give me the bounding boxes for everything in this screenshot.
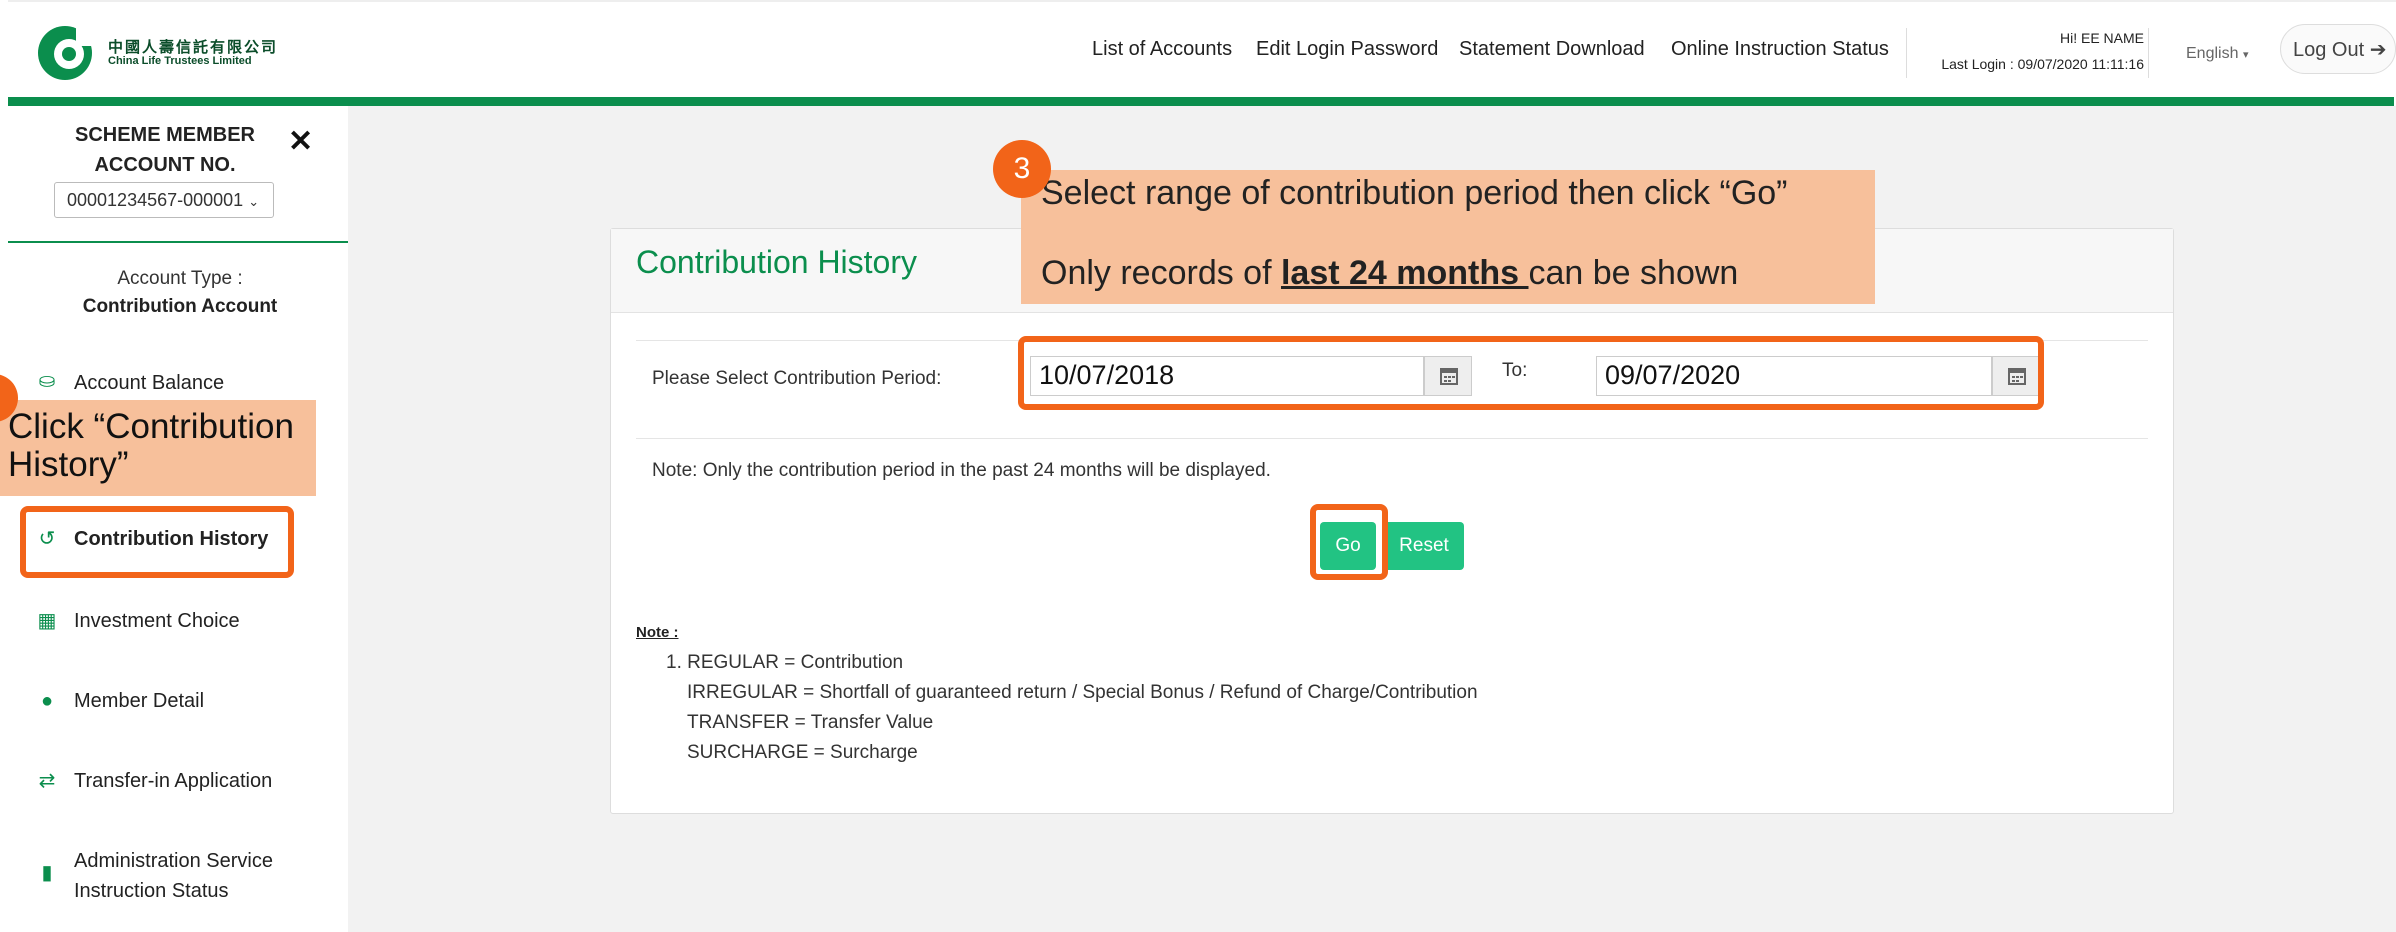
sidebar-item-admin-service-status[interactable]: Administration Service Instruction Statu… xyxy=(74,846,314,906)
account-select[interactable]: 00001234567-000001 ⌄ xyxy=(54,182,274,218)
instruction-emphasis: last 24 months xyxy=(1280,254,1529,292)
nav-online-instruction-status[interactable]: Online Instruction Status xyxy=(1671,38,1889,61)
contribution-history-highlight xyxy=(20,506,294,578)
go-button-highlight xyxy=(1310,504,1388,580)
header-accent-bar xyxy=(8,97,2394,106)
sidebar-divider xyxy=(8,241,348,243)
period-label: Please Select Contribution Period: xyxy=(652,368,942,389)
chevron-down-icon: ⌄ xyxy=(248,194,260,209)
logout-button[interactable]: Log Out ➔ xyxy=(2280,24,2396,74)
logo-chinese-name: 中國人壽信託有限公司 xyxy=(108,39,279,56)
account-type-label: Account Type : xyxy=(117,268,243,289)
note-item: 1. REGULAR = Contribution xyxy=(666,652,904,673)
logout-label: Log Out xyxy=(2293,39,2365,61)
note-item: TRANSFER = Transfer Value xyxy=(687,712,934,733)
last-login-text: Last Login : 09/07/2020 11:11:16 xyxy=(1941,56,2144,72)
note-item: SURCHARGE = Surcharge xyxy=(687,742,918,763)
header-divider xyxy=(2148,28,2149,78)
user-greeting: Hi! EE NAME xyxy=(2059,30,2144,46)
sidebar-item-account-balance[interactable]: Account Balance xyxy=(74,372,224,395)
account-no-heading: ACCOUNT NO. xyxy=(94,154,236,176)
sidebar-item-transfer-in-application[interactable]: Transfer-in Application xyxy=(74,770,272,793)
note-item: IRREGULAR = Shortfall of guaranteed retu… xyxy=(687,682,1478,703)
sidebar-callout-text: Click “Contribution History” xyxy=(8,407,294,484)
hand-coin-icon: ⛀ xyxy=(38,370,56,392)
page-title: Contribution History xyxy=(636,244,917,280)
instruction-text: Only records of xyxy=(1041,254,1281,292)
reset-button[interactable]: Reset xyxy=(1384,522,1464,570)
account-type-value: Contribution Account xyxy=(82,296,278,317)
notes-heading: Note : xyxy=(636,624,679,641)
language-label: English xyxy=(2186,45,2239,62)
caret-down-icon: ▾ xyxy=(2242,49,2249,61)
logout-icon: ➔ xyxy=(2369,39,2387,61)
divider xyxy=(636,438,2148,439)
instruction-text: can be shown xyxy=(1528,254,1739,292)
logo-english-name: China Life Trustees Limited xyxy=(108,55,252,67)
step-number-badge: 3 xyxy=(993,140,1051,198)
table-icon: ▦ xyxy=(37,610,57,632)
language-dropdown[interactable]: English ▾ xyxy=(2186,45,2248,63)
period-note: Note: Only the contribution period in th… xyxy=(652,460,1271,481)
nav-edit-login-password[interactable]: Edit Login Password xyxy=(1256,38,1438,61)
date-range-highlight xyxy=(1018,336,2044,410)
nav-list-of-accounts[interactable]: List of Accounts xyxy=(1092,38,1232,61)
instruction-line-1: Select range of contribution period then… xyxy=(1041,174,1788,212)
close-icon[interactable]: ✕ xyxy=(288,124,313,159)
sidebar-item-member-detail[interactable]: Member Detail xyxy=(74,690,204,713)
info-icon: ● xyxy=(40,690,54,712)
company-logo[interactable] xyxy=(36,24,94,82)
sidebar-item-investment-choice[interactable]: Investment Choice xyxy=(74,610,240,633)
clipboard-icon: ▮ xyxy=(41,862,53,884)
scheme-member-heading: SCHEME MEMBER xyxy=(74,124,255,146)
instruction-line-2: Only records of last 24 months can be sh… xyxy=(1041,254,1738,293)
nav-statement-download[interactable]: Statement Download xyxy=(1459,38,1645,61)
account-select-value: 00001234567-000001 xyxy=(67,190,244,210)
transfer-icon: ⇄ xyxy=(38,770,56,792)
